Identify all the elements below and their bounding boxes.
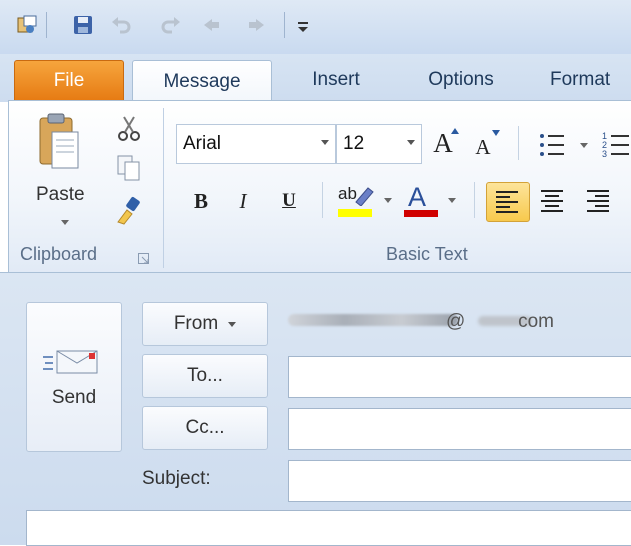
to-field[interactable] — [288, 356, 631, 398]
group-divider — [163, 108, 164, 268]
bullets-dropdown-icon[interactable] — [580, 143, 588, 148]
shrink-font-glyph: A — [475, 134, 491, 159]
clipboard-group-label: Clipboard — [20, 244, 98, 264]
to-label: To... — [187, 365, 223, 386]
font-color-button[interactable]: A — [404, 182, 440, 218]
underline-button[interactable]: U — [274, 186, 304, 216]
tab-file[interactable]: File — [14, 60, 124, 101]
shrink-font-icon — [492, 130, 500, 136]
subject-label: Subject: — [142, 468, 211, 489]
save-icon[interactable] — [72, 14, 94, 36]
dialog-launcher-icon[interactable] — [138, 252, 150, 264]
align-left-icon — [496, 191, 518, 213]
send-label: Send — [51, 387, 97, 408]
qat-separator — [284, 12, 285, 38]
font-color-glyph: A — [408, 182, 427, 212]
chevron-down-icon — [228, 321, 237, 327]
qat-separator — [46, 12, 47, 38]
cc-label: Cc... — [185, 417, 225, 438]
font-name-value: Arial — [183, 133, 222, 154]
bold-glyph: B — [193, 188, 208, 213]
send-mail-icon — [43, 350, 98, 374]
next-icon[interactable] — [246, 14, 268, 36]
tab-options[interactable]: Options — [408, 60, 514, 100]
highlighter-icon — [355, 187, 374, 206]
separator — [322, 182, 323, 218]
font-color-dropdown-icon[interactable] — [448, 198, 456, 203]
highlight-color-swatch — [338, 209, 372, 217]
font-name-combo[interactable]: Arial — [176, 124, 336, 164]
format-painter-icon[interactable] — [114, 196, 144, 226]
tab-format[interactable]: Format — [550, 60, 631, 100]
shrink-font-button[interactable]: A — [468, 132, 498, 162]
app-icon[interactable] — [16, 14, 38, 36]
highlight-button[interactable]: ab — [338, 184, 378, 218]
paste-dropdown-icon[interactable] — [61, 220, 69, 225]
message-body[interactable] — [26, 510, 631, 546]
paste-label[interactable]: Paste — [36, 184, 96, 208]
font-size-combo[interactable]: 12 — [336, 124, 422, 164]
from-value: @ com — [446, 311, 554, 332]
previous-icon[interactable] — [200, 14, 222, 36]
quick-access-toolbar — [0, 0, 631, 54]
subject-field[interactable] — [288, 460, 631, 502]
to-button[interactable]: To... — [142, 354, 268, 398]
tab-message[interactable]: Message — [132, 60, 272, 103]
cut-icon[interactable] — [116, 114, 142, 142]
underline-glyph: U — [282, 190, 296, 211]
copy-icon[interactable] — [116, 154, 142, 182]
align-right-icon[interactable] — [586, 190, 610, 212]
align-center-icon[interactable] — [540, 190, 564, 212]
customize-icon[interactable] — [292, 14, 314, 36]
svg-text:3: 3 — [602, 149, 607, 159]
numbering-icon[interactable]: 123 — [602, 130, 631, 160]
from-label: From — [173, 313, 219, 334]
font-size-value: 12 — [343, 133, 365, 154]
font-color-swatch — [404, 210, 438, 217]
separator — [518, 126, 519, 160]
grow-font-icon — [451, 128, 459, 134]
highlight-dropdown-icon[interactable] — [384, 198, 392, 203]
redacted-email-blur — [288, 314, 458, 326]
tab-insert[interactable]: Insert — [290, 60, 382, 100]
paste-icon[interactable] — [36, 112, 82, 172]
italic-button[interactable]: I — [228, 186, 258, 216]
align-left-button[interactable] — [486, 182, 530, 222]
send-button[interactable]: Send — [26, 302, 122, 452]
bullets-icon[interactable] — [538, 130, 570, 160]
bold-button[interactable]: B — [186, 186, 216, 216]
cc-button[interactable]: Cc... — [142, 406, 268, 450]
chevron-down-icon[interactable] — [321, 140, 329, 145]
separator — [474, 182, 475, 218]
ribbon-tabs: File Message Insert Options Format — [0, 54, 631, 103]
from-button[interactable]: From — [142, 302, 268, 346]
cc-field[interactable] — [288, 408, 631, 450]
undo-icon[interactable] — [110, 14, 132, 36]
chevron-down-icon[interactable] — [407, 140, 415, 145]
redo-icon[interactable] — [160, 14, 182, 36]
grow-font-glyph: A — [433, 127, 453, 158]
basic-text-group-label: Basic Text — [386, 244, 468, 264]
italic-glyph: I — [239, 188, 247, 213]
